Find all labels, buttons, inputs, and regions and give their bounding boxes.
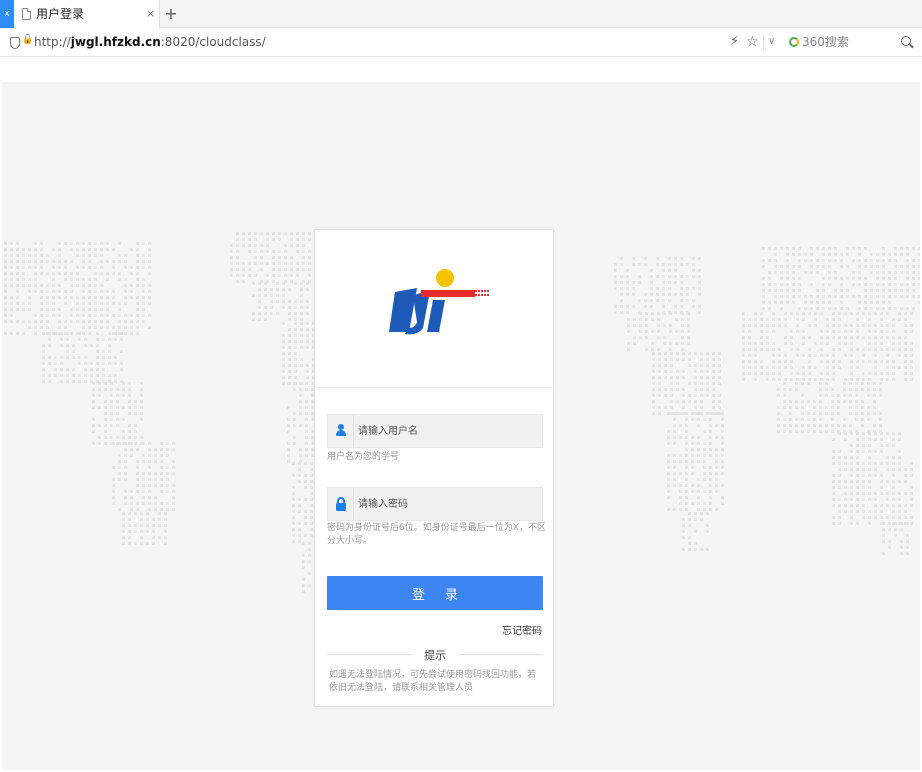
document-icon bbox=[22, 8, 31, 20]
card-divider bbox=[315, 387, 553, 388]
tips-text: 如遇无法登陆情况，可先尝试使用密码找回功能，若依旧无法登陆，请联系相关管理人员 bbox=[329, 670, 537, 693]
tips-title: 提示 bbox=[424, 649, 446, 662]
username-field bbox=[327, 414, 543, 448]
url-path: :8020/cloudclass/ bbox=[160, 35, 266, 49]
password-input[interactable] bbox=[358, 488, 538, 520]
bolt-icon[interactable]: ⚡ bbox=[730, 29, 739, 55]
tips-divider-left bbox=[327, 654, 411, 655]
login-card: 用户名为您的学号 密码为身份证号后6位。如身份证号最后一位为X，不区分大小写。 … bbox=[314, 229, 554, 707]
url-prefix: http:// bbox=[34, 35, 71, 49]
new-tab-button[interactable]: + bbox=[164, 0, 178, 28]
tab-login[interactable]: 用户登录 × bbox=[14, 0, 160, 28]
search-engine-logo-icon bbox=[789, 37, 799, 47]
username-input[interactable] bbox=[358, 415, 538, 447]
page-viewport: 用户名为您的学号 密码为身份证号后6位。如身份证号最后一位为X，不区分大小写。 … bbox=[0, 58, 922, 772]
tab-title: 用户登录 bbox=[36, 7, 85, 21]
user-icon bbox=[328, 415, 354, 447]
tips-divider-right bbox=[459, 654, 543, 655]
star-icon[interactable]: ☆ bbox=[746, 29, 759, 55]
password-field bbox=[327, 487, 543, 521]
prev-tab-edge[interactable]: x bbox=[0, 0, 14, 28]
url-host: jwgl.hfzkd.cn bbox=[70, 35, 161, 49]
insecure-lock-icon[interactable]: 🔓 bbox=[22, 35, 33, 45]
chevron-down-icon[interactable]: ∨ bbox=[768, 29, 775, 55]
search-input[interactable]: 360搜索 bbox=[802, 29, 849, 55]
tab-close-button[interactable]: × bbox=[146, 0, 155, 28]
browser-tab-bar: x 用户登录 × + bbox=[0, 0, 922, 28]
address-bar: 🔓 http://jwgl.hfzkd.cn:8020/cloudclass/ … bbox=[0, 29, 922, 57]
password-hint: 密码为身份证号后6位。如身份证号最后一位为X，不区分大小写。 bbox=[327, 523, 546, 546]
url-field[interactable]: http://jwgl.hfzkd.cn:8020/cloudclass/ bbox=[34, 29, 266, 55]
search-icon[interactable] bbox=[901, 36, 911, 46]
address-divider bbox=[763, 35, 764, 50]
lock-icon bbox=[328, 488, 354, 520]
login-button[interactable]: 登 录 bbox=[327, 576, 543, 610]
forgot-password-link[interactable]: 忘记密码 bbox=[502, 622, 542, 637]
username-hint: 用户名为您的学号 bbox=[327, 452, 400, 462]
school-logo bbox=[389, 269, 489, 335]
shield-icon[interactable] bbox=[10, 37, 20, 49]
